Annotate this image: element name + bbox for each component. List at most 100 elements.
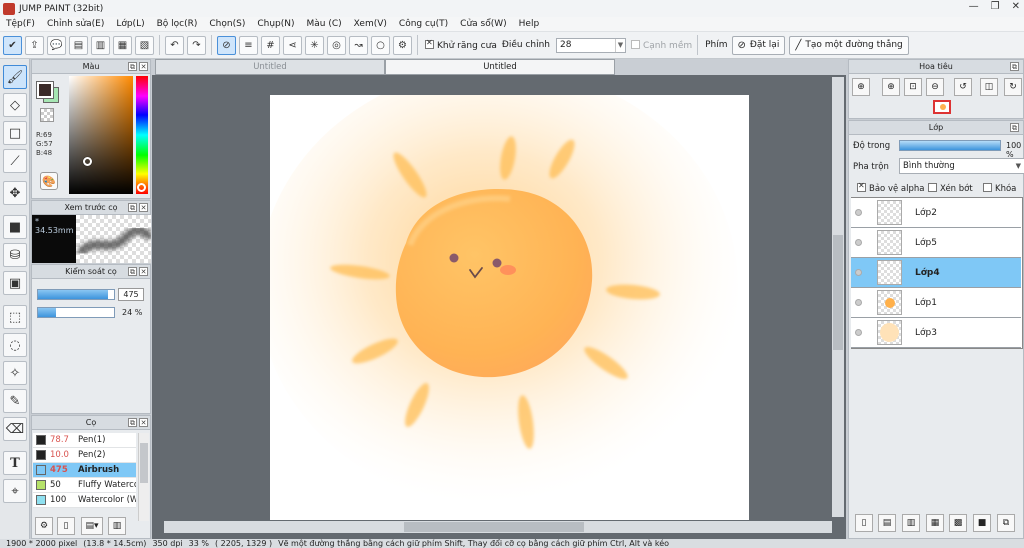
transparent-color-swatch[interactable] (40, 108, 54, 122)
magic-wand-tool-icon[interactable]: ✧ (3, 361, 27, 385)
panel-float-icon[interactable]: ⧉ (1010, 123, 1019, 132)
menu-select[interactable]: Chọn(S) (203, 19, 251, 29)
panel-close-icon[interactable]: ✕ (139, 203, 148, 212)
menu-filter[interactable]: Bộ lọc(R) (151, 19, 204, 29)
lock-checkbox[interactable]: Khóa (983, 182, 1016, 194)
layer-pattern-icon[interactable]: ▩ (949, 514, 967, 532)
menu-view[interactable]: Xem(V) (348, 19, 393, 29)
redo-icon[interactable]: ↷ (187, 35, 206, 55)
layer-row[interactable]: Lớp3 (851, 318, 1021, 348)
zoom-out-icon[interactable]: ⊖ (926, 78, 944, 96)
brush-size-slider[interactable] (37, 289, 115, 300)
operation-tool-icon[interactable]: ⌖ (3, 479, 27, 503)
rotate-left-icon[interactable]: ↺ (954, 78, 972, 96)
layer-opacity-slider[interactable] (899, 140, 1001, 151)
brush-menu-icon[interactable]: ▤▾ (81, 517, 103, 535)
eraser-tool-icon[interactable]: ◇ (3, 93, 27, 117)
hue-slider-cursor[interactable] (137, 183, 146, 192)
layer-row[interactable]: Lớp2 (851, 198, 1021, 228)
menu-layer[interactable]: Lớp(L) (110, 19, 150, 29)
saturation-value-picker[interactable] (69, 76, 133, 194)
grid-layout-icon[interactable]: ▧ (135, 35, 154, 55)
concentric-ruler-icon[interactable]: ◎ (327, 35, 346, 55)
duplicate-layer-icon[interactable]: ▦ (926, 514, 944, 532)
line-tool-icon[interactable]: ⟋ (3, 149, 27, 173)
chevron-down-icon[interactable]: ▼ (614, 38, 625, 52)
panel-float-icon[interactable]: ⧉ (1010, 62, 1019, 71)
hue-slider[interactable] (136, 76, 148, 194)
menu-help[interactable]: Help (513, 19, 546, 29)
brush-list-item[interactable]: 78.7 Pen(1) (33, 433, 136, 448)
speech-bubble-icon[interactable]: 💬 (47, 35, 66, 55)
panel-close-icon[interactable]: ✕ (139, 267, 148, 276)
brush-list-item[interactable]: 10.0 Pen(2) (33, 448, 136, 463)
parallel-ruler-icon[interactable]: ≡ (239, 35, 258, 55)
foreground-color-swatch[interactable] (36, 81, 54, 99)
brush-properties-icon[interactable]: ▥ (108, 517, 126, 535)
undo-icon[interactable]: ↶ (165, 35, 184, 55)
select-rect-tool-icon[interactable]: ⬚ (3, 305, 27, 329)
blend-mode-select[interactable]: Bình thường ▼ (899, 158, 1024, 174)
antialias-checkbox[interactable]: Khử răng cưa (425, 38, 497, 51)
clip-check-icon[interactable] (928, 183, 937, 192)
new-halftone-layer-icon[interactable]: ▤ (878, 514, 896, 532)
lasso-tool-icon[interactable]: ◌ (3, 333, 27, 357)
export-icon[interactable]: ⇪ (25, 35, 44, 55)
adjust-input[interactable]: 28 ▼ (555, 37, 626, 53)
rotate-right-icon[interactable]: ↻ (1004, 78, 1022, 96)
menu-file[interactable]: Tệp(F) (0, 19, 41, 29)
ellipse-ruler-icon[interactable]: ○ (371, 35, 390, 55)
reset-view-icon[interactable]: ◫ (980, 78, 998, 96)
close-button[interactable]: ✕ (1012, 1, 1020, 12)
scrollbar-thumb[interactable] (833, 235, 843, 350)
minimize-button[interactable]: — (969, 1, 979, 12)
navigator-thumbnail[interactable] (933, 100, 951, 114)
cross-ruler-icon[interactable]: # (261, 35, 280, 55)
ruler-settings-icon[interactable]: ⚙ (393, 35, 412, 55)
menu-edit[interactable]: Chỉnh sửa(E) (41, 19, 110, 29)
brush-list-item[interactable]: 475 Airbrush (33, 463, 136, 478)
vanishing-point-icon[interactable]: ⋖ (283, 35, 302, 55)
gradient-tool-icon[interactable]: ▣ (3, 271, 27, 295)
zoom-in-small-icon[interactable]: ⊕ (882, 78, 900, 96)
visibility-icon[interactable] (855, 269, 862, 276)
curve-ruler-icon[interactable]: ↝ (349, 35, 368, 55)
brush-list-item[interactable]: 50 Fluffy Watercolor (33, 478, 136, 493)
copy-layer-icon[interactable]: ⧉ (997, 514, 1015, 532)
brush-list-item[interactable]: 100 Watercolor (Wet) (33, 493, 136, 508)
layer-row[interactable]: Lớp5 (851, 228, 1021, 258)
zoom-in-icon[interactable]: ⊕ (852, 78, 870, 96)
soft-edge-checkbox[interactable]: Cạnh mềm (630, 39, 692, 51)
layer-row[interactable]: Lớp4 (851, 258, 1021, 288)
straight-line-button[interactable]: ╱ Tạo một đường thẳng (789, 35, 909, 55)
panel-float-icon[interactable]: ⧉ (128, 418, 137, 427)
visibility-icon[interactable] (855, 239, 862, 246)
menu-color[interactable]: Màu (C) (301, 19, 348, 29)
menu-window[interactable]: Cửa sổ(W) (454, 19, 512, 29)
color-picker-cursor[interactable] (83, 157, 92, 166)
radial-ruler-icon[interactable]: ✳ (305, 35, 324, 55)
brush-list-scrollbar[interactable] (138, 433, 149, 521)
select-eraser-tool-icon[interactable]: ⌫ (3, 417, 27, 441)
brush-opacity-slider[interactable] (37, 307, 115, 318)
new-folder-layer-icon[interactable]: ▥ (902, 514, 920, 532)
comment-icon[interactable]: ▤ (69, 35, 88, 55)
soft-edge-check-icon[interactable] (630, 40, 640, 49)
fit-screen-icon[interactable]: ⊡ (904, 78, 922, 96)
brush-size-value[interactable]: 475 (118, 288, 144, 301)
ruler-off-icon[interactable]: ⊘ (217, 35, 236, 55)
panel-float-icon[interactable]: ⧉ (128, 62, 137, 71)
visibility-icon[interactable] (855, 209, 862, 216)
chevron-down-icon[interactable]: ▼ (1016, 159, 1021, 173)
check-icon[interactable]: ✔ (3, 35, 22, 55)
panel-float-icon[interactable]: ⧉ (128, 267, 137, 276)
brush-settings-icon[interactable]: ⚙ (35, 517, 53, 535)
layer-row[interactable]: Lớp1 (851, 288, 1021, 318)
panel-float-icon[interactable]: ⧉ (128, 203, 137, 212)
new-layer-icon[interactable]: ▯ (855, 514, 873, 532)
folder-icon[interactable]: ■ (973, 514, 991, 532)
tab-untitled-2[interactable]: Untitled (385, 59, 615, 75)
canvas-vertical-scrollbar[interactable] (832, 77, 844, 517)
lock-check-icon[interactable] (983, 183, 992, 192)
scrollbar-thumb[interactable] (404, 522, 584, 532)
